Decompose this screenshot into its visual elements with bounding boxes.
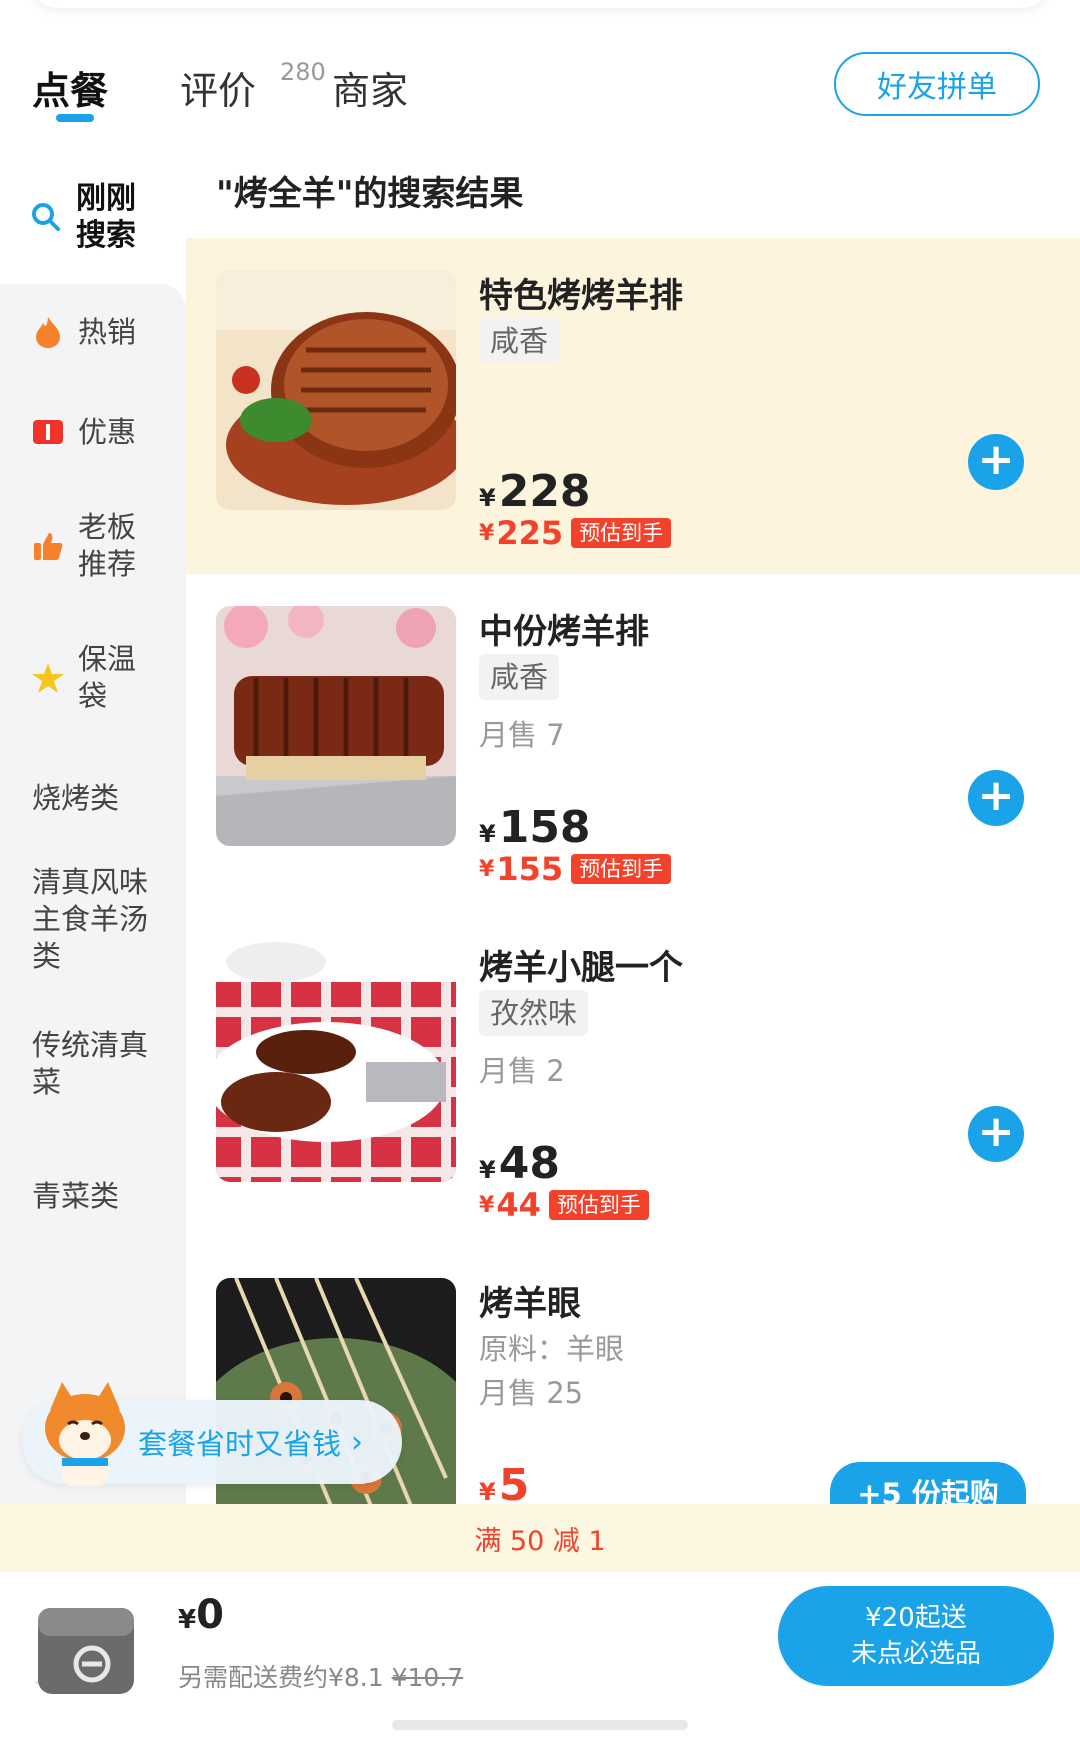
currency-symbol: ¥ xyxy=(479,856,495,882)
monthly-sales: 月售 2 xyxy=(479,1054,565,1088)
product-item[interactable]: 烤羊小腿一个 孜然味 月售 2 ¥ 48 ¥ 44 预估到手 + xyxy=(186,910,1080,1246)
product-price: 5 xyxy=(498,1460,530,1504)
product-name: 烤羊小腿一个 xyxy=(479,948,683,988)
sidebar-item-label: 老板 推荐 xyxy=(78,510,137,581)
add-to-cart-button[interactable]: + xyxy=(968,434,1024,490)
sidebar-item-label: 清真风味 主食羊汤 类 xyxy=(32,864,149,973)
store-menu-page: 点餐 评价 280 商家 好友拼单 刚刚 搜索 热销 优惠 老板 推荐 保温 袋… xyxy=(0,0,1080,1744)
tab-reviews[interactable]: 评价 xyxy=(180,60,256,115)
original-delivery-fee: ¥10.7 xyxy=(391,1663,464,1692)
mascot-dog-icon xyxy=(40,1380,130,1488)
cart-bar: ¥ 0 另需配送费约¥8.1 ¥10.7 ¥20起送 未点必选品 xyxy=(0,1572,1080,1744)
sidebar-item-traditional-halal[interactable]: 传统清真 菜 xyxy=(0,1014,186,1114)
sidebar-item-label: 青菜类 xyxy=(32,1178,120,1213)
discount-row: ¥ 44 预估到手 xyxy=(479,1186,649,1224)
estimate-badge: 预估到手 xyxy=(571,854,672,884)
chevron-right-icon: › xyxy=(351,1424,364,1460)
price-row: ¥ 5 xyxy=(479,1460,529,1504)
product-material: 原料：羊眼 xyxy=(479,1332,625,1366)
estimate-badge: 预估到手 xyxy=(548,1190,649,1220)
checkout-button[interactable]: ¥20起送 未点必选品 xyxy=(778,1586,1054,1686)
tab-active-indicator xyxy=(56,114,94,122)
checkout-line1: ¥20起送 xyxy=(865,1603,967,1633)
flavor-tag: 咸香 xyxy=(479,318,560,364)
flavor-tag: 咸香 xyxy=(479,654,560,700)
cart-total-amount: 0 xyxy=(196,1592,224,1638)
sidebar-item-label: 优惠 xyxy=(78,414,137,449)
search-results-title: "烤全羊"的搜索结果 xyxy=(216,174,524,214)
thumbs-up-icon xyxy=(30,528,66,564)
monthly-sales: 月售 7 xyxy=(479,718,565,752)
cart-box-icon[interactable] xyxy=(30,1592,140,1702)
price-row: ¥ 48 xyxy=(479,1138,560,1189)
product-item[interactable]: 特色烤烤羊排 咸香 ¥ 228 ¥ 225 预估到手 + xyxy=(186,238,1080,574)
currency-symbol: ¥ xyxy=(178,1605,197,1635)
reviews-count: 280 xyxy=(280,58,326,86)
home-indicator xyxy=(392,1720,688,1730)
star-icon xyxy=(30,660,66,696)
tab-merchant[interactable]: 商家 xyxy=(332,60,408,115)
discount-row: ¥ 155 预估到手 xyxy=(479,850,672,888)
plus-icon: + xyxy=(977,1106,1015,1157)
discount-price: 44 xyxy=(496,1186,541,1224)
discount-price: 155 xyxy=(496,850,564,888)
currency-symbol: ¥ xyxy=(479,820,496,848)
promo-text: 满 50 减 1 xyxy=(474,1525,606,1557)
sidebar-item-label: 热销 xyxy=(78,314,137,349)
sidebar-item-thermal-bag[interactable]: 保温 袋 xyxy=(0,620,186,736)
checkout-line2: 未点必选品 xyxy=(850,1639,981,1669)
sidebar-item-halal-staple[interactable]: 清真风味 主食羊汤 类 xyxy=(0,854,186,984)
product-image xyxy=(216,270,456,510)
promo-strip: 满 50 减 1 xyxy=(0,1504,1080,1572)
combo-banner-text: 套餐省时又省钱 xyxy=(138,1427,342,1461)
currency-symbol: ¥ xyxy=(479,484,496,512)
product-name: 特色烤烤羊排 xyxy=(479,276,683,316)
sidebar-item-recent-search[interactable]: 刚刚 搜索 xyxy=(0,150,186,284)
currency-symbol: ¥ xyxy=(479,1192,495,1218)
cart-total: ¥ 0 xyxy=(178,1592,224,1638)
currency-symbol: ¥ xyxy=(479,520,495,546)
sidebar-item-bbq[interactable]: 烧烤类 xyxy=(0,748,186,848)
plus-icon: + xyxy=(977,434,1015,485)
currency-symbol: ¥ xyxy=(479,1156,496,1184)
monthly-sales: 月售 25 xyxy=(479,1376,584,1410)
product-image xyxy=(216,942,456,1182)
top-card-edge xyxy=(30,0,1050,8)
sidebar-item-discount[interactable]: 优惠 xyxy=(0,384,186,480)
tab-order[interactable]: 点餐 xyxy=(32,60,108,115)
product-price: 48 xyxy=(498,1138,560,1189)
sidebar-item-boss-recommend[interactable]: 老板 推荐 xyxy=(0,488,186,604)
product-price: 228 xyxy=(498,466,591,517)
category-sidebar: 热销 优惠 老板 推荐 保温 袋 烧烤类 清真风味 主食羊汤 类 传统清真 菜 … xyxy=(0,284,186,1504)
price-row: ¥ 158 xyxy=(479,802,591,853)
sidebar-item-hot[interactable]: 热销 xyxy=(0,284,186,380)
discount-row: ¥ 225 预估到手 xyxy=(479,514,672,552)
currency-symbol: ¥ xyxy=(479,1478,496,1504)
search-icon xyxy=(28,199,64,235)
product-price: 158 xyxy=(498,802,591,853)
discount-price: 225 xyxy=(496,514,564,552)
estimate-badge: 预估到手 xyxy=(571,518,672,548)
product-name: 中份烤羊排 xyxy=(479,612,649,652)
sidebar-item-label: 保温 袋 xyxy=(78,642,137,713)
price-row: ¥ 228 xyxy=(479,466,591,517)
fire-icon xyxy=(30,314,66,350)
plus-icon: + xyxy=(977,770,1015,821)
delivery-fee: 另需配送费约¥8.1 ¥10.7 xyxy=(178,1658,463,1694)
friend-group-order-button[interactable]: 好友拼单 xyxy=(834,52,1040,116)
sidebar-item-vegetables[interactable]: 青菜类 xyxy=(0,1146,186,1246)
product-name: 烤羊眼 xyxy=(479,1284,581,1324)
add-to-cart-button[interactable]: + xyxy=(968,1106,1024,1162)
sidebar-item-label: 烧烤类 xyxy=(32,780,120,815)
coupon-icon xyxy=(30,414,66,450)
sidebar-item-label: 刚刚 搜索 xyxy=(76,181,136,253)
flavor-tag: 孜然味 xyxy=(479,990,589,1036)
delivery-fee-text: 另需配送费约¥8.1 xyxy=(178,1663,384,1692)
product-item[interactable]: 中份烤羊排 咸香 月售 7 ¥ 158 ¥ 155 预估到手 + xyxy=(186,574,1080,910)
product-image xyxy=(216,606,456,846)
sidebar-item-label: 传统清真 菜 xyxy=(32,1028,149,1099)
add-to-cart-button[interactable]: + xyxy=(968,770,1024,826)
